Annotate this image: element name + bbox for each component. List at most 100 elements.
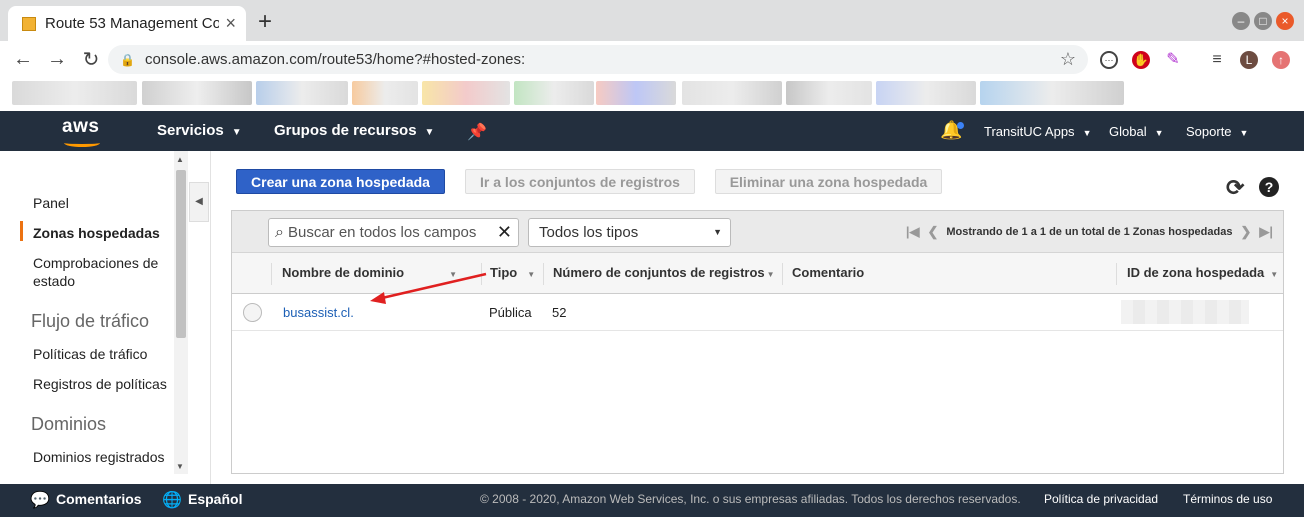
column-label: Tipo [490, 265, 518, 280]
next-page-icon[interactable]: ❯ [1240, 224, 1251, 240]
bookmark-item[interactable] [596, 81, 676, 105]
support-label: Soporte [1186, 124, 1232, 139]
privacy-policy-link[interactable]: Política de privacidad [1044, 492, 1158, 506]
sidebar-item-traffic-policies[interactable]: Políticas de tráfico [33, 345, 147, 363]
search-icon: ⌕ [275, 223, 284, 241]
chevron-down-icon: ▼ [231, 127, 242, 138]
create-hosted-zone-button[interactable]: Crear una zona hospedada [236, 169, 445, 194]
lock-icon: 🔒 [120, 52, 135, 67]
column-label: Comentario [792, 265, 865, 280]
browser-tabbar: Route 53 Management Co × + – □ × [0, 0, 1304, 41]
update-icon[interactable]: ↑ [1272, 51, 1290, 69]
collapse-sidebar-button[interactable]: ◀ [189, 182, 209, 222]
active-indicator [20, 221, 23, 241]
sort-icon[interactable]: ▼ [767, 270, 775, 279]
sidebar-item-policy-records[interactable]: Registros de políticas [33, 375, 167, 393]
bookmark-item[interactable] [142, 81, 252, 105]
column-label: Número de conjuntos de registros [553, 265, 765, 280]
app-root: Route 53 Management Co × + – □ × ← → ↻ 🔒… [0, 0, 1304, 517]
column-record-sets[interactable]: Número de conjuntos de registros ▼ [553, 265, 775, 280]
extension-icon[interactable]: ⋯ [1100, 51, 1118, 69]
bookmark-item[interactable] [514, 81, 594, 105]
chevron-down-icon: ▼ [424, 127, 435, 138]
terms-of-use-link[interactable]: Términos de uso [1183, 492, 1272, 506]
bookmark-item[interactable] [422, 81, 510, 105]
scroll-down-icon[interactable]: ▼ [176, 462, 184, 471]
close-tab-icon[interactable]: × [225, 13, 236, 34]
type-filter-select[interactable]: Todos los tipos ▼ [528, 218, 731, 247]
filter-bar: ⌕ ✕ Todos los tipos ▼ |◀ ❮ Mostrando de … [232, 211, 1283, 253]
services-menu[interactable]: Servicios ▼ [157, 122, 242, 139]
copyright-text: © 2008 - 2020, Amazon Web Services, Inc.… [480, 492, 1021, 506]
prev-page-icon[interactable]: ❮ [927, 224, 938, 240]
sidebar-item-health-checks[interactable]: Comprobaciones de estado [33, 254, 168, 290]
table-row[interactable]: busassist.cl. Pública 52 [232, 295, 1283, 331]
bookmark-star-icon[interactable]: ☆ [1060, 49, 1076, 70]
feedback-link[interactable]: Comentarios [56, 491, 142, 507]
pen-extension-icon[interactable]: ✎ [1164, 51, 1182, 69]
table-header: Nombre de dominio ▼ Tipo ▼ Número de conju… [232, 253, 1283, 294]
chevron-down-icon: ▼ [1239, 128, 1249, 138]
aws-logo[interactable]: aws [62, 116, 100, 147]
aws-favicon-icon [22, 16, 36, 31]
column-divider [543, 263, 544, 285]
bookmark-item[interactable] [980, 81, 1124, 105]
adblock-icon[interactable]: ✋ [1132, 51, 1150, 69]
bookmark-item[interactable] [682, 81, 782, 105]
domain-name-link[interactable]: busassist.cl. [283, 305, 354, 320]
search-input[interactable] [287, 224, 497, 241]
delete-hosted-zone-button[interactable]: Eliminar una zona hospedada [715, 169, 942, 194]
bookmark-item[interactable] [12, 81, 137, 105]
column-divider [782, 263, 783, 285]
region-menu[interactable]: Global ▼ [1109, 124, 1164, 139]
sidebar-item-registered-domains[interactable]: Dominios registrados [33, 448, 165, 466]
sort-icon[interactable]: ▼ [449, 270, 457, 279]
column-type[interactable]: Tipo ▼ [490, 265, 535, 280]
back-icon[interactable]: ← [12, 48, 34, 71]
notification-dot [957, 122, 964, 129]
maximize-icon[interactable]: □ [1254, 12, 1272, 30]
profile-avatar[interactable]: L [1240, 51, 1258, 69]
sidebar: Panel Zonas hospedadas Comprobaciones de… [0, 151, 188, 484]
clear-icon[interactable]: ✕ [497, 222, 512, 243]
bookmarks-bar [0, 77, 1304, 111]
scrollbar-thumb[interactable] [176, 170, 186, 338]
sort-icon[interactable]: ▼ [527, 270, 535, 279]
browser-tab[interactable]: Route 53 Management Co × [8, 6, 246, 41]
browser-toolbar: ← → ↻ 🔒 console.aws.amazon.com/route53/h… [0, 41, 1304, 77]
reload-icon[interactable]: ↻ [80, 47, 102, 72]
column-domain-name[interactable]: Nombre de dominio ▼ [282, 265, 457, 280]
bookmark-item[interactable] [876, 81, 976, 105]
sort-icon[interactable]: ▼ [1270, 270, 1278, 279]
address-bar[interactable]: 🔒 console.aws.amazon.com/route53/home?#h… [108, 45, 1088, 74]
column-divider [271, 263, 272, 285]
type-filter-value: Todos los tipos [539, 224, 639, 241]
help-icon[interactable]: ? [1259, 177, 1279, 197]
account-menu[interactable]: TransitUC Apps ▼ [984, 124, 1091, 139]
resource-groups-menu[interactable]: Grupos de recursos ▼ [274, 122, 434, 139]
column-label: Nombre de dominio [282, 265, 405, 280]
first-page-icon[interactable]: |◀ [906, 224, 920, 240]
support-menu[interactable]: Soporte ▼ [1186, 124, 1248, 139]
scroll-up-icon[interactable]: ▲ [176, 155, 184, 164]
sidebar-item-panel[interactable]: Panel [33, 194, 69, 212]
bookmark-item[interactable] [352, 81, 418, 105]
close-window-icon[interactable]: × [1276, 12, 1294, 30]
bookmark-item[interactable] [256, 81, 348, 105]
goto-record-sets-button[interactable]: Ir a los conjuntos de registros [465, 169, 695, 194]
column-comment[interactable]: Comentario [792, 265, 864, 280]
sidebar-item-hosted-zones[interactable]: Zonas hospedadas [33, 224, 160, 242]
new-tab-icon[interactable]: + [258, 8, 272, 36]
bookmark-item[interactable] [786, 81, 872, 105]
minimize-icon[interactable]: – [1232, 12, 1250, 30]
media-control-icon[interactable]: ≡ [1208, 51, 1226, 69]
forward-icon[interactable]: → [46, 48, 68, 71]
aws-smile-icon [64, 139, 100, 147]
section-domains: Dominios [31, 414, 107, 434]
column-zone-id[interactable]: ID de zona hospedada ▼ [1127, 265, 1278, 280]
language-selector[interactable]: Español [188, 491, 242, 507]
row-select-radio[interactable] [243, 303, 262, 322]
pin-icon[interactable]: 📌 [467, 122, 487, 142]
refresh-icon[interactable]: ⟳ [1226, 175, 1244, 201]
last-page-icon[interactable]: ▶| [1259, 224, 1273, 240]
